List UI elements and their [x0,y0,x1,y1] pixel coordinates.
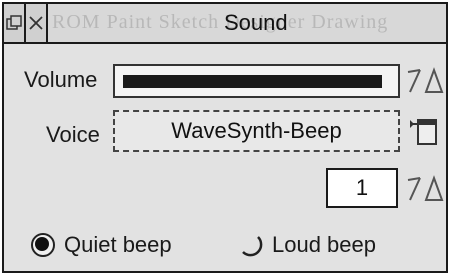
back-icon[interactable] [4,4,26,42]
loud-beep-radio[interactable]: Loud beep [238,232,376,258]
volume-label: Volume [24,67,98,92]
quiet-beep-radio[interactable]: Quiet beep [30,232,172,258]
close-icon[interactable] [26,4,48,42]
popup-menu-icon[interactable] [408,114,442,148]
title-bar[interactable]: ROM Paint Sketch Designer Drawing Sound [4,4,446,44]
voice-value: WaveSynth-Beep [171,118,342,143]
radio-selected-icon[interactable] [30,232,56,258]
adjust-arrows-icon[interactable] [404,66,444,96]
quiet-beep-label: Quiet beep [64,232,172,257]
volume-slider[interactable] [113,64,400,98]
voice-label: Voice [46,122,100,147]
sound-window: ROM Paint Sketch Designer Drawing Sound … [2,2,448,273]
window-title: Sound [224,10,288,35]
volume-slider-fill[interactable] [123,75,382,88]
adjust-arrows-icon[interactable] [404,174,444,204]
radio-unselected-icon[interactable] [238,232,264,258]
loud-beep-label: Loud beep [272,232,376,257]
channel-number-value: 1 [355,175,369,200]
voice-display-field: WaveSynth-Beep [113,110,400,152]
channel-number-field[interactable]: 1 [326,168,398,208]
